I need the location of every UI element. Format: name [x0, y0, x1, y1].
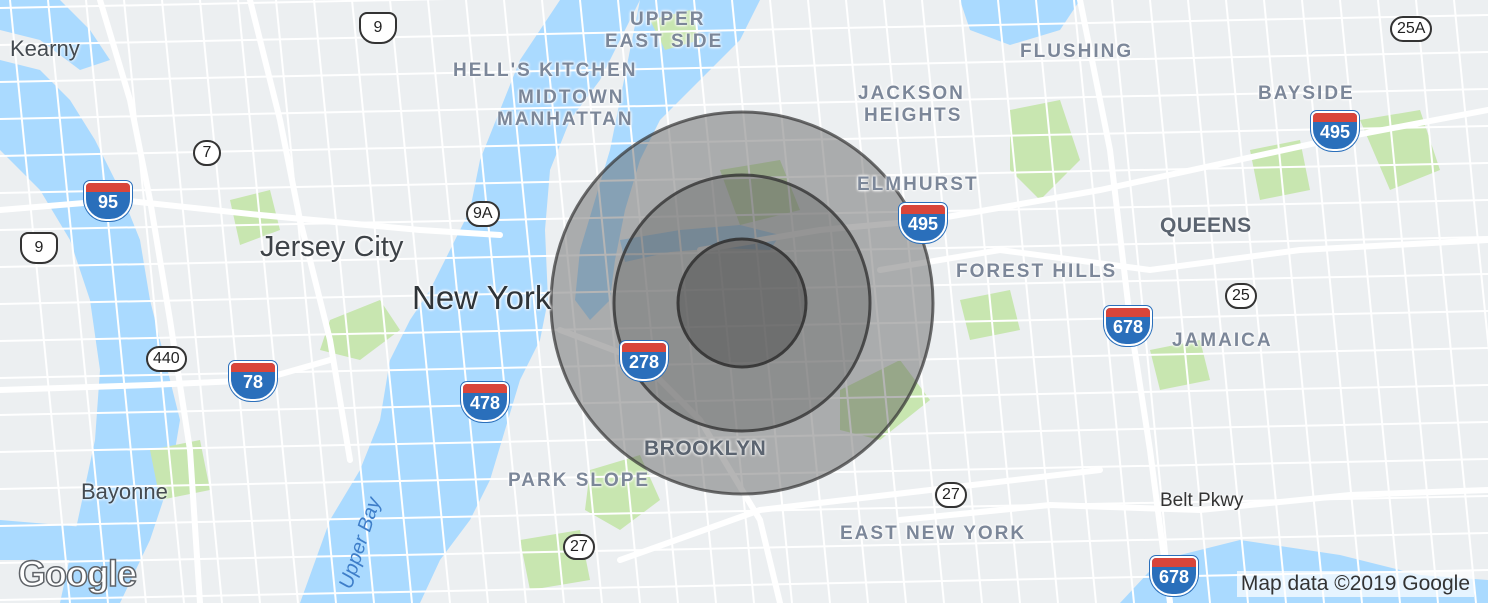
interstate-678-shield-jamaica: 678: [1104, 306, 1152, 346]
label-hells-kitchen: HELL'S KITCHEN: [453, 60, 638, 81]
us-route-9-shield-top: 9: [359, 12, 397, 44]
label-belt-pkwy: Belt Pkwy: [1160, 490, 1244, 511]
label-upper-east-side-line2: EAST SIDE: [605, 31, 724, 52]
route-27-shield-south: 27: [563, 534, 595, 560]
interstate-678-shield-bottom: 678: [1150, 556, 1198, 596]
interstate-95-shield: 95: [84, 181, 132, 221]
label-park-slope: PARK SLOPE: [508, 470, 651, 491]
label-new-york: New York: [412, 279, 552, 316]
route-25a-shield: 25A: [1390, 16, 1433, 42]
route-9a-shield: 9A: [466, 201, 500, 227]
interstate-78-shield: 78: [229, 361, 277, 401]
map-canvas[interactable]: UPPER EAST SIDE HELL'S KITCHEN MIDTOWN M…: [0, 0, 1488, 603]
label-kearny: Kearny: [10, 36, 80, 61]
route-7-shield: 7: [193, 140, 221, 166]
interstate-278-shield: 278: [620, 341, 668, 381]
label-brooklyn: BROOKLYN: [644, 437, 767, 460]
label-flushing: FLUSHING: [1020, 41, 1134, 62]
label-jamaica: JAMAICA: [1172, 330, 1273, 351]
label-jersey-city: Jersey City: [260, 231, 404, 263]
label-midtown-line1: MIDTOWN: [518, 87, 625, 108]
map-attribution[interactable]: Map data ©2019 Google: [1236, 571, 1474, 597]
interstate-495-shield-bayside: 495: [1311, 111, 1359, 151]
interstate-495-shield-elmhurst: 495: [899, 203, 947, 243]
interstate-478-shield: 478: [461, 382, 509, 422]
route-27-shield-east: 27: [935, 482, 967, 508]
label-queens: QUEENS: [1160, 214, 1252, 237]
label-east-new-york: EAST NEW YORK: [840, 523, 1027, 544]
label-forest-hills: FOREST HILLS: [956, 261, 1118, 282]
google-logo[interactable]: Google: [17, 552, 138, 595]
radius-ring-inner: [676, 237, 808, 369]
label-jackson-heights-line2: HEIGHTS: [864, 105, 963, 126]
label-elmhurst: ELMHURST: [857, 174, 979, 195]
label-bayonne: Bayonne: [81, 479, 168, 504]
us-route-9-shield-left: 9: [20, 232, 58, 264]
label-jackson-heights-line1: JACKSON: [858, 83, 965, 104]
label-bayside: BAYSIDE: [1258, 83, 1355, 104]
label-midtown-line2: MANHATTAN: [497, 109, 634, 130]
route-25-shield: 25: [1225, 283, 1257, 309]
label-upper-east-side-line1: UPPER: [630, 9, 706, 30]
route-440-shield: 440: [146, 346, 187, 372]
